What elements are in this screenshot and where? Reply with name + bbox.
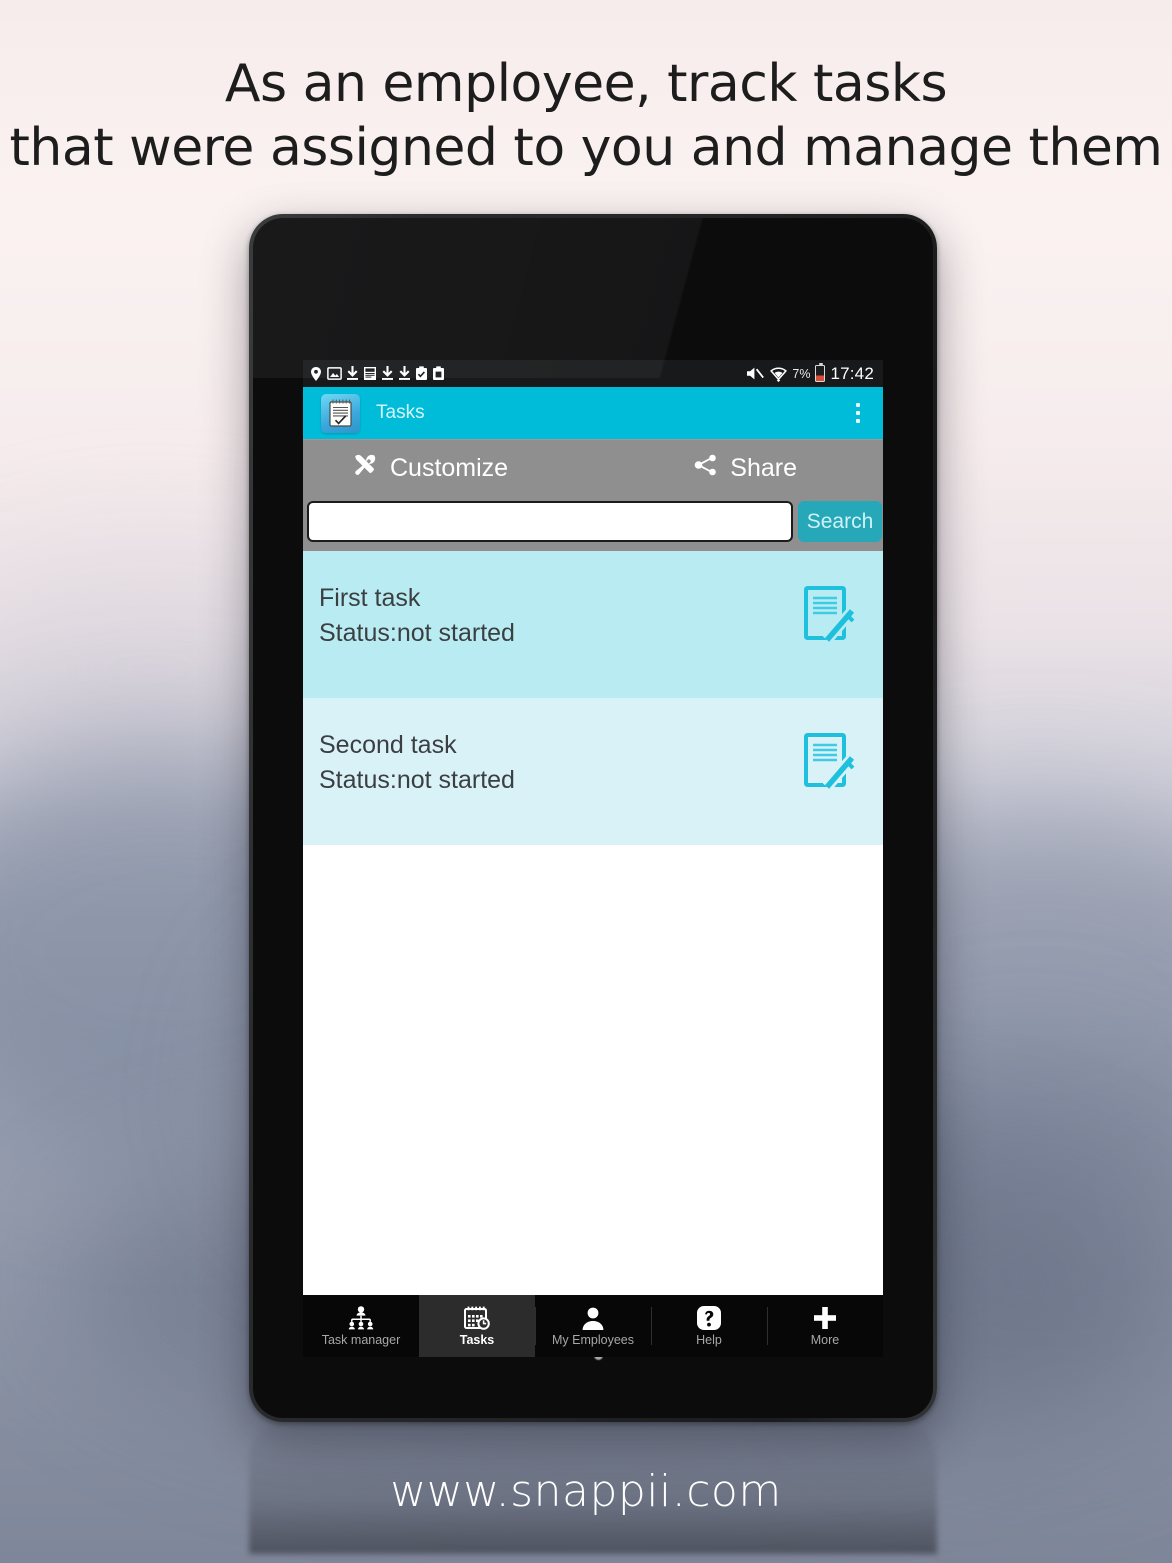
nav-label: Task manager — [321, 1333, 401, 1347]
nav-label: My Employees — [552, 1333, 634, 1347]
nav-label: Tasks — [459, 1333, 495, 1347]
task-status: Status:not started — [319, 619, 515, 647]
org-chart-icon — [347, 1305, 375, 1331]
screen-glare — [253, 218, 933, 378]
task-list: First task Status:not started Second tas… — [303, 551, 883, 845]
task-title: First task — [319, 584, 421, 612]
nav-item-more[interactable]: More — [767, 1295, 883, 1357]
volume-mute-icon — [745, 365, 765, 382]
download-arrow-icon — [381, 366, 394, 381]
status-bar-system-icons: 7% 17:42 — [745, 363, 874, 384]
plus-icon — [812, 1305, 838, 1331]
app-action-toolbar: Customize Share — [303, 439, 883, 497]
clipboard-app-icon — [432, 366, 445, 381]
status-bar-notification-icons: APP — [309, 366, 445, 382]
person-icon — [581, 1305, 605, 1331]
share-label: Share — [730, 454, 797, 482]
customize-button[interactable]: Customize — [351, 451, 508, 486]
download-arrow-icon — [398, 366, 411, 381]
svg-text:APP: APP — [366, 368, 374, 372]
battery-percent-label: 7% — [792, 366, 811, 381]
app-download-icon: APP — [363, 366, 377, 381]
promo-screenshot: As an employee, track tasks that were as… — [0, 0, 1172, 1563]
screenshot-image-icon — [327, 366, 342, 381]
app-header-bar: Tasks — [303, 387, 883, 439]
search-bar: Search — [303, 497, 883, 551]
wifi-signal-icon — [770, 365, 788, 382]
device-screen: APP 7% 17:42 Tasks Customize Share Searc… — [303, 360, 883, 1295]
document-edit-icon[interactable] — [803, 585, 859, 650]
app-title: Tasks — [376, 402, 425, 423]
android-status-bar: APP 7% 17:42 — [303, 360, 883, 387]
clipboard-check-icon — [415, 366, 428, 381]
nav-item-tasks[interactable]: Tasks — [419, 1295, 535, 1357]
nav-item-my-employees[interactable]: My Employees — [535, 1295, 651, 1357]
location-pin-icon — [309, 366, 323, 382]
task-list-item[interactable]: First task Status:not started — [303, 551, 883, 698]
task-list-item[interactable]: Second task Status:not started — [303, 698, 883, 845]
headline-line-1: As an employee, track tasks — [224, 54, 948, 114]
nav-item-help[interactable]: Help — [651, 1295, 767, 1357]
promo-headline: As an employee, track tasks that were as… — [0, 52, 1172, 180]
task-text-block: Second task Status:not started — [319, 729, 515, 797]
headline-line-2: that were assigned to you and manage the… — [9, 118, 1163, 178]
footer-url: www.snappii.com — [390, 1466, 782, 1517]
task-status: Status:not started — [319, 766, 515, 794]
share-nodes-icon — [693, 453, 719, 484]
wrench-screwdriver-icon — [351, 451, 379, 486]
notepad-checklist-icon — [321, 393, 360, 433]
nav-label: Help — [696, 1333, 722, 1347]
search-input[interactable] — [307, 501, 793, 542]
customize-label: Customize — [390, 454, 509, 482]
calendar-clock-icon — [463, 1305, 491, 1331]
overflow-menu-icon[interactable] — [845, 396, 871, 430]
search-button[interactable]: Search — [798, 501, 882, 542]
status-bar-clock: 17:42 — [830, 363, 874, 383]
share-button[interactable]: Share — [693, 453, 797, 484]
bottom-navigation-bar: Task manager Tasks My Employees Help Mor… — [303, 1295, 883, 1357]
tablet-bezel: APP 7% 17:42 Tasks Customize Share Searc… — [253, 218, 933, 1418]
task-title: Second task — [319, 731, 457, 759]
download-arrow-icon — [346, 366, 359, 381]
task-text-block: First task Status:not started — [319, 582, 515, 650]
nav-label: More — [810, 1333, 840, 1347]
tablet-device: APP 7% 17:42 Tasks Customize Share Searc… — [249, 214, 937, 1422]
question-mark-icon — [696, 1305, 722, 1331]
nav-item-task-manager[interactable]: Task manager — [303, 1295, 419, 1357]
document-edit-icon[interactable] — [803, 732, 859, 797]
battery-low-icon — [815, 363, 826, 382]
